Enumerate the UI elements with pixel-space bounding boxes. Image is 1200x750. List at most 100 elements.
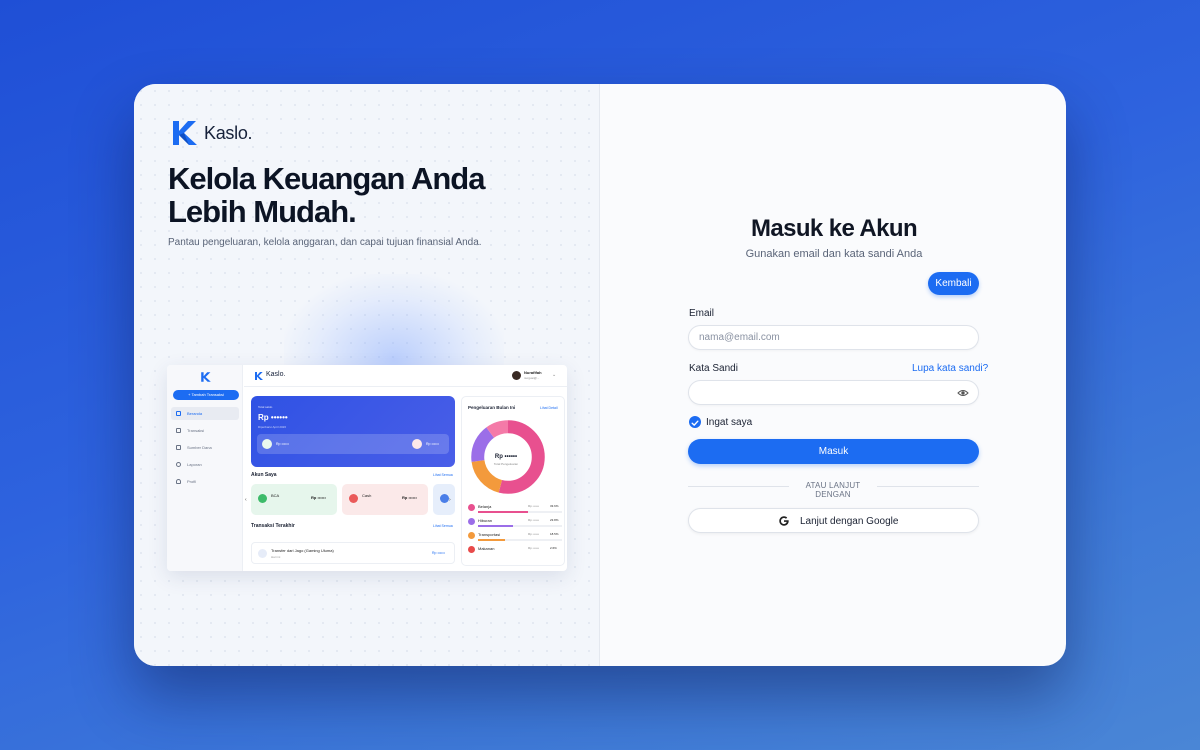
expense-value: Rp •••••• [528,518,539,522]
chevron-down-icon: ⌄ [552,372,557,378]
expense-bar [478,511,562,513]
preview-nav-label: Transaksi [187,428,205,433]
preview-nav-label: Profil [187,479,197,484]
dashboard-preview: + Tambah Transaksi Beranda Transaksi Sum… [167,365,567,571]
divider-line [877,486,979,487]
transfer-icon [258,549,267,558]
preview-nav-item: Profil [171,475,239,488]
login-button[interactable]: Masuk [688,439,979,464]
expense-row: Transportasi Rp •••••• 18.5% [468,530,562,543]
checkmark-icon [691,420,699,426]
preview-balance-card: Total saldo Rp •••••• Diperbarui April 2… [251,396,455,467]
transaction-value: Rp •••••• [432,551,445,555]
divider-label: ATAU LANJUT DENGAN [805,481,861,499]
wallet-icon [176,445,181,450]
expense-link: Lihat Detail [540,406,558,410]
account-name: BCA [271,493,280,498]
preview-nav-item: Laporan [171,458,239,471]
preview-logo-icon [201,372,211,382]
expense-row: Belanja Rp •••••• 33.6% [468,502,562,515]
expense-value: Rp •••••• [528,504,539,508]
account-value: Rp •••••• [402,495,417,500]
preview-nav-item: Beranda [171,407,239,420]
account-icon [258,494,267,503]
forgot-password-link[interactable]: Lupa kata sandi? [912,363,988,374]
preview-user-email: nurgusi@... [524,376,540,380]
expense-pct: 18.5% [550,532,559,536]
password-label: Kata Sandi [689,363,738,374]
income-icon [262,439,272,449]
chart-icon [176,462,181,467]
receipt-icon [176,428,181,433]
shopping-icon [468,504,475,511]
preview-nav-item: Sumber Dana [171,441,239,454]
email-label: Email [689,308,715,319]
google-login-button[interactable]: Lanjut dengan Google [688,508,979,533]
preview-user-name: Nurafifah [524,370,542,375]
expense-bar [478,539,562,541]
email-field[interactable] [688,325,979,350]
balance-value: Rp •••••• [258,413,288,422]
avatar [512,371,521,380]
chevron-right-icon: › [449,497,451,503]
expense-value: Rp •••••• [528,546,539,550]
expense-row: Makanan Rp •••••• 2.6% [468,544,562,557]
remember-checkbox[interactable] [689,416,701,428]
preview-topbar: Kaslo. Nurafifah nurgusi@... ⌄ [244,365,567,387]
hero-headline: Kelola Keuangan Anda Lebih Mudah. [168,162,568,228]
expense-center-label: Total Pengeluaran [493,462,519,466]
balance-label: Total saldo [258,405,273,409]
account-value: Rp •••••• [311,495,326,500]
user-icon [176,479,181,484]
transport-icon [468,532,475,539]
accounts-link: Lihat Semua [433,473,453,477]
account-card: BCA Rp •••••• [251,484,337,515]
preview-nav-label: Beranda [187,411,203,416]
expense-title: Pengeluaran Bulan Ini [468,405,516,410]
form-title: Masuk ke Akun [750,215,918,242]
account-card: Cash Rp •••••• [342,484,428,515]
expense-pct: 23.8% [550,518,559,522]
expense-pct: 33.6% [550,504,559,508]
password-field[interactable] [688,380,979,405]
chevron-left-icon: ‹ [245,497,247,503]
expense-row: Hiburan Rp •••••• 23.8% [468,516,562,529]
balance-note: Diperbarui April 2026 [258,425,287,429]
brand-name: Kaslo. [204,122,253,143]
entertainment-icon [468,518,475,525]
form-subtitle: Gunakan email dan kata sandi Anda [745,248,923,260]
google-icon [779,516,789,526]
transaction-title: Transfer dari Jago (Gaming Uluma) [271,548,334,553]
accounts-title: Akun Saya [251,472,277,478]
hero-subtitle: Pantau pengeluaran, kelola anggaran, dan… [168,237,482,248]
expense-value: Rp •••••• [426,442,439,446]
remember-label: Ingat saya [706,417,753,428]
preview-topbar-logo-icon [255,372,263,380]
expense-icon [412,439,422,449]
preview-add-button: + Tambah Transaksi [173,390,239,400]
hero-panel: Kaslo. Kelola Keuangan Anda Lebih Mudah.… [134,84,600,666]
brand-logo: Kaslo. [170,118,253,148]
account-card [433,484,455,515]
account-name: Cash [362,493,372,498]
eye-icon[interactable] [957,387,969,399]
income-value: Rp •••••• [276,442,289,446]
transaction-sub: Hari ini [271,555,281,559]
food-icon [468,546,475,553]
preview-nav-item: Transaksi [171,424,239,437]
account-icon [440,494,449,503]
preview-nav-label: Laporan [187,462,202,467]
balance-summary: Rp •••••• Rp •••••• [257,434,449,454]
expense-panel: Pengeluaran Bulan Ini Lihat Detail Rp ••… [461,396,565,566]
back-button[interactable]: Kembali [928,272,979,295]
transaction-row: Transfer dari Jago (Gaming Uluma) Hari i… [251,542,455,564]
transactions-link: Lihat Semua [433,524,453,528]
headline-line-2: Lebih Mudah. [168,194,357,229]
home-icon [176,411,181,416]
expense-name: Makanan [478,546,495,551]
expense-bar [478,525,562,527]
expense-name: Hiburan [478,518,493,523]
account-icon [349,494,358,503]
preview-nav-label: Sumber Dana [187,445,212,450]
expense-value: Rp •••••• [528,532,539,536]
